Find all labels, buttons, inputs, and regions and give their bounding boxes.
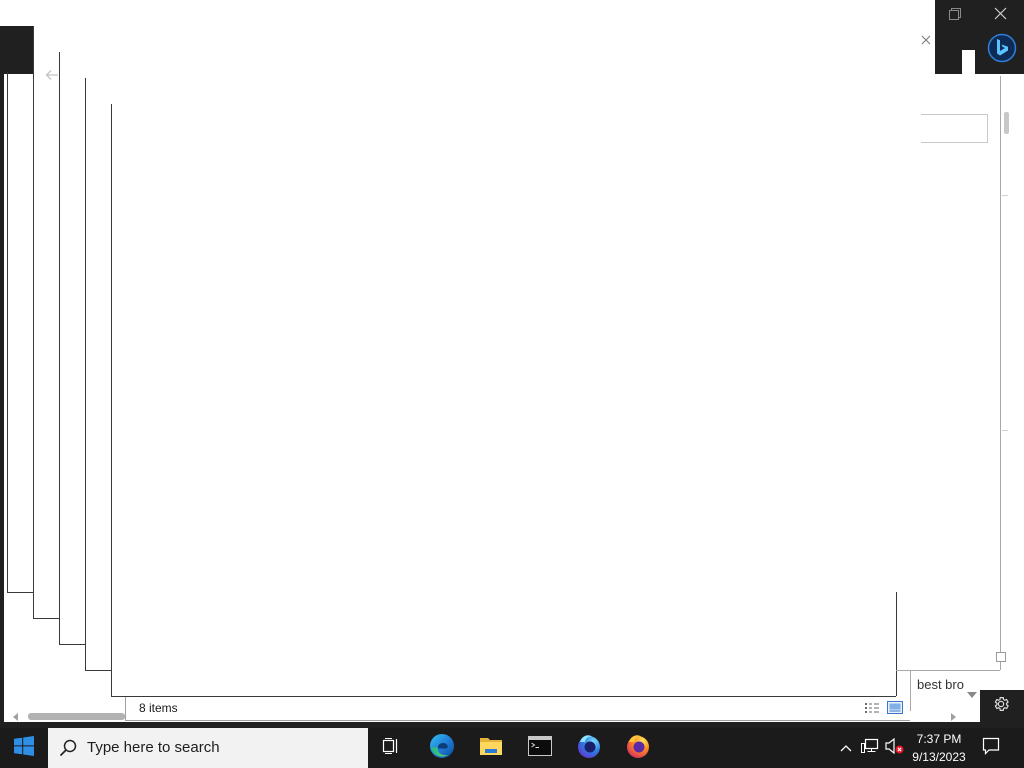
scroll-right-icon [950, 712, 956, 721]
ghost-window-2-bottom [33, 618, 59, 619]
panel-icon[interactable] [996, 652, 1006, 662]
back-button[interactable] [45, 68, 59, 86]
notification-icon [982, 737, 1000, 760]
bing-icon [987, 33, 1017, 68]
section-tick [1002, 430, 1008, 431]
show-desktop-button[interactable] [1012, 728, 1024, 768]
ghost-window-2-edge [33, 26, 34, 618]
ghost-window-5-edge [111, 104, 112, 696]
search-placeholder: Type here to search [87, 739, 220, 756]
search-icon [59, 739, 77, 762]
terminal-button[interactable] [516, 728, 564, 768]
ghost-window-strip [33, 26, 935, 74]
clock-date: 9/13/2023 [912, 750, 966, 764]
taskbar-search-box[interactable]: Type here to search [48, 728, 368, 768]
clock-time: 7:37 PM [916, 732, 962, 746]
toolbar-sliver [962, 50, 975, 76]
ghost-window-4-bottom [85, 670, 111, 671]
explorer-status-bar: 8 items [125, 697, 910, 721]
chevron-up-icon [840, 739, 852, 757]
firefox-icon [625, 733, 651, 764]
network-button[interactable] [858, 728, 882, 768]
panel-divider [1000, 76, 1001, 670]
file-explorer-button[interactable] [467, 728, 515, 768]
ghost-window-1-edge [7, 72, 8, 592]
bing-copilot-button[interactable] [987, 33, 1017, 68]
ghost-window-3-edge [59, 52, 60, 644]
large-icons-view-button[interactable] [887, 700, 903, 716]
page-content [4, 74, 1024, 690]
firefox-button[interactable] [614, 728, 662, 768]
chevron-down-icon [967, 692, 977, 698]
scrollbar-thumb[interactable] [28, 713, 125, 720]
scroll-left-button[interactable] [10, 711, 20, 722]
section-tick [1002, 195, 1008, 196]
terminal-icon [528, 735, 552, 761]
item-count: 8 items [139, 701, 178, 715]
ghost-window-1-bottom [7, 592, 33, 593]
volume-button[interactable] [883, 728, 907, 768]
show-hidden-icons-button[interactable] [834, 728, 858, 768]
scroll-left-icon [12, 712, 18, 721]
tab-close-button[interactable] [920, 35, 932, 47]
settings-button[interactable] [988, 693, 1014, 719]
file-explorer-icon [479, 735, 503, 762]
task-view-button[interactable] [367, 728, 415, 768]
suggestion-text[interactable]: best bro [917, 677, 967, 693]
details-view-icon [864, 702, 880, 719]
notification-center-button[interactable] [971, 728, 1011, 768]
ghost-window-3-bottom [59, 644, 85, 645]
back-arrow-icon [45, 68, 59, 86]
large-icons-view-icon [887, 701, 903, 719]
ghost-window-4-edge [85, 78, 86, 670]
start-button[interactable] [0, 728, 48, 768]
ghost-window-top [0, 0, 935, 26]
close-button[interactable] [985, 2, 1015, 30]
network-icon [861, 738, 879, 759]
close-icon [921, 32, 931, 50]
suggestion-dropdown[interactable] [965, 689, 979, 701]
edge-icon [429, 733, 455, 764]
suggestion-top-border [896, 670, 1000, 671]
vertical-scrollbar-thumb[interactable] [1004, 112, 1009, 134]
volume-muted-icon [885, 737, 905, 760]
firefox-developer-edition-icon [576, 733, 602, 764]
clock[interactable]: 7:37 PM 9/13/2023 [908, 729, 970, 767]
firefox-developer-edition-button[interactable] [565, 728, 613, 768]
gear-icon [992, 695, 1010, 718]
close-icon [994, 7, 1007, 25]
restore-icon [949, 7, 961, 25]
find-field[interactable] [921, 114, 988, 143]
details-view-button[interactable] [864, 701, 880, 715]
task-view-icon [382, 737, 400, 760]
restore-button[interactable] [940, 2, 970, 30]
scroll-right-button[interactable] [948, 711, 958, 722]
windows-logo-icon [14, 735, 34, 761]
ghost-window-5-right-edge [896, 592, 897, 696]
edge-button[interactable] [418, 728, 466, 768]
